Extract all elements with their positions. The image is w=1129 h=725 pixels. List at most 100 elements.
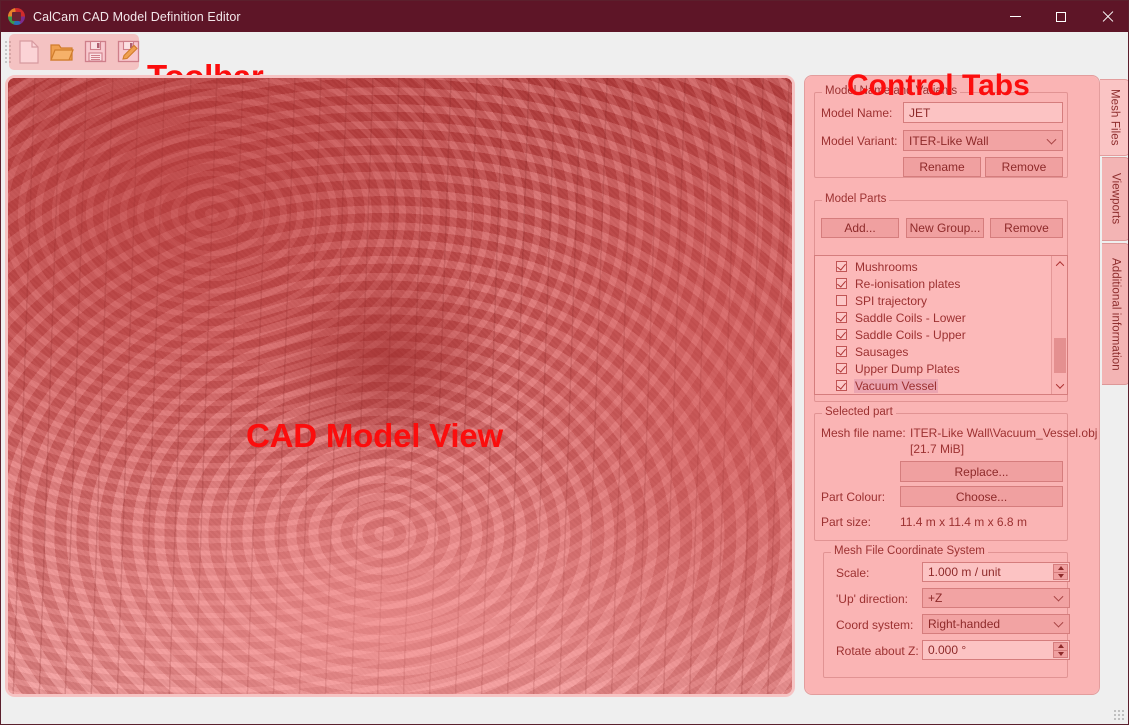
new-file-button[interactable] <box>14 37 44 67</box>
chevron-up-icon <box>1055 261 1065 270</box>
minimize-button[interactable] <box>992 1 1038 32</box>
cad-view-highlight-overlay <box>8 78 792 694</box>
checkbox-checked-icon[interactable] <box>836 380 847 391</box>
open-file-button[interactable] <box>47 37 77 67</box>
tab-label: Mesh Files <box>1108 89 1121 146</box>
add-part-button[interactable]: Add... <box>821 218 899 238</box>
new-file-icon <box>19 39 39 64</box>
up-direction-label: 'Up' direction: <box>836 592 908 606</box>
application-window: CalCam CAD Model Definition Editor CAD M… <box>0 0 1129 725</box>
vertical-tab-bar: Mesh Files Viewports Additional informatio… <box>1100 75 1128 697</box>
part-size-label: Part size: <box>821 515 872 529</box>
chevron-down-icon <box>1053 617 1064 628</box>
scroll-down-button[interactable] <box>1052 378 1067 394</box>
model-part-item[interactable]: Mushrooms <box>815 258 1050 275</box>
control-tabs-overlay-label: Control Tabs <box>847 69 1030 102</box>
tab-label: Additional information <box>1109 257 1122 371</box>
scale-stepper[interactable] <box>1053 564 1068 580</box>
model-part-label: SPI trajectory <box>855 293 928 308</box>
tab-additional-information[interactable]: Additional information <box>1102 243 1128 385</box>
save-as-button[interactable] <box>113 37 143 67</box>
remove-variant-button[interactable]: Remove <box>985 157 1063 177</box>
close-button[interactable] <box>1084 1 1128 32</box>
checkbox-checked-icon[interactable] <box>836 346 847 357</box>
model-part-item[interactable]: Sausages <box>815 343 1050 360</box>
calcam-logo-icon <box>8 8 25 25</box>
checkbox-checked-icon[interactable] <box>836 329 847 340</box>
cad-view-overlay-label: CAD Model View <box>246 417 503 454</box>
chevron-down-icon <box>1055 380 1065 389</box>
stepper-up-button[interactable] <box>1053 564 1068 572</box>
resize-grip[interactable] <box>1113 709 1125 721</box>
window-controls <box>992 1 1128 32</box>
chevron-down-icon <box>1053 591 1064 602</box>
stepper-down-button[interactable] <box>1053 649 1068 658</box>
scrollbar-thumb[interactable] <box>1054 338 1066 373</box>
parts-list-scrollbar[interactable] <box>1051 256 1067 394</box>
coord-system-select[interactable]: Right-handed <box>922 614 1070 634</box>
checkbox-checked-icon[interactable] <box>836 312 847 323</box>
model-parts-list[interactable]: Mushrooms Re-ionisation plates SPI traject… <box>814 255 1068 395</box>
coord-system-group-title: Mesh File Coordinate System <box>831 545 988 557</box>
model-part-label: Sausages <box>855 344 909 359</box>
scroll-up-button[interactable] <box>1052 256 1067 272</box>
model-variant-select[interactable]: ITER-Like Wall <box>903 130 1063 151</box>
model-part-item[interactable]: Saddle Coils - Lower <box>815 309 1050 326</box>
mesh-files-tab-panel: Model Name and Variants Model Name: JET … <box>804 75 1100 695</box>
model-part-item[interactable]: SPI trajectory <box>815 292 1050 309</box>
triangle-down-icon <box>1057 651 1064 656</box>
control-panel-wrap: Model Name and Variants Model Name: JET … <box>804 71 1100 697</box>
checkbox-checked-icon[interactable] <box>836 363 847 374</box>
title-bar: CalCam CAD Model Definition Editor <box>1 1 1128 32</box>
model-part-item[interactable]: Upper Dump Plates <box>815 360 1050 377</box>
window-title: CalCam CAD Model Definition Editor <box>33 9 241 24</box>
rotate-about-z-label: Rotate about Z: <box>836 644 919 658</box>
rename-variant-button[interactable]: Rename <box>903 157 981 177</box>
part-colour-label: Part Colour: <box>821 490 886 504</box>
checkbox-checked-icon[interactable] <box>836 278 847 289</box>
mesh-file-size: [21.7 MiB] <box>910 442 965 456</box>
maximize-icon <box>1056 11 1066 22</box>
selected-part-group: Selected part Mesh file name: ITER-Like … <box>814 406 1097 541</box>
save-as-icon <box>117 40 139 63</box>
model-variant-label: Model Variant: <box>821 134 898 148</box>
model-part-label: Saddle Coils - Lower <box>855 310 966 325</box>
mesh-file-name-label: Mesh file name: <box>821 426 906 440</box>
checkbox-checked-icon[interactable] <box>836 261 847 272</box>
selected-part-group-title: Selected part <box>822 406 896 418</box>
up-direction-select[interactable]: +Z <box>922 588 1070 608</box>
minimize-icon <box>1009 16 1021 17</box>
checkbox-unchecked-icon[interactable] <box>836 295 847 306</box>
model-part-item[interactable]: Vacuum Vessel <box>815 377 1050 394</box>
save-button[interactable] <box>80 37 110 67</box>
model-name-label: Model Name: <box>821 106 893 120</box>
choose-colour-button[interactable]: Choose... <box>900 486 1063 507</box>
model-part-label: Upper Dump Plates <box>855 361 960 376</box>
tab-viewports[interactable]: Viewports <box>1102 157 1128 241</box>
coord-system-group: Mesh File Coordinate System Scale: 1.000… <box>823 545 1070 678</box>
rotate-stepper[interactable] <box>1053 642 1068 658</box>
tab-mesh-files[interactable]: Mesh Files <box>1100 79 1128 156</box>
save-icon <box>84 40 106 63</box>
chevron-down-icon <box>1046 134 1057 145</box>
triangle-down-icon <box>1057 573 1064 578</box>
model-variant-value: ITER-Like Wall <box>909 133 989 148</box>
model-name-input[interactable]: JET <box>903 102 1063 123</box>
maximize-button[interactable] <box>1038 1 1084 32</box>
rotate-about-z-spinbox[interactable]: 0.000 ° <box>922 640 1070 660</box>
model-name-group: Model Name and Variants Model Name: JET … <box>814 85 1068 178</box>
model-part-label: Saddle Coils - Upper <box>855 327 966 342</box>
stepper-up-button[interactable] <box>1053 642 1068 650</box>
mesh-file-name-value: ITER-Like Wall\Vacuum_Vessel.obj <box>910 426 1098 440</box>
open-folder-icon <box>50 43 74 61</box>
cad-model-view[interactable]: CAD Model View <box>5 75 795 697</box>
close-icon <box>1101 11 1113 23</box>
new-group-button[interactable]: New Group... <box>906 218 984 238</box>
remove-part-button[interactable]: Remove <box>990 218 1063 238</box>
scale-spinbox[interactable]: 1.000 m / unit <box>922 562 1070 582</box>
stepper-down-button[interactable] <box>1053 571 1068 580</box>
model-part-item[interactable]: Saddle Coils - Upper <box>815 326 1050 343</box>
model-part-item[interactable]: Re-ionisation plates <box>815 275 1050 292</box>
coord-system-value: Right-handed <box>928 617 1001 631</box>
replace-mesh-button[interactable]: Replace... <box>900 461 1063 482</box>
